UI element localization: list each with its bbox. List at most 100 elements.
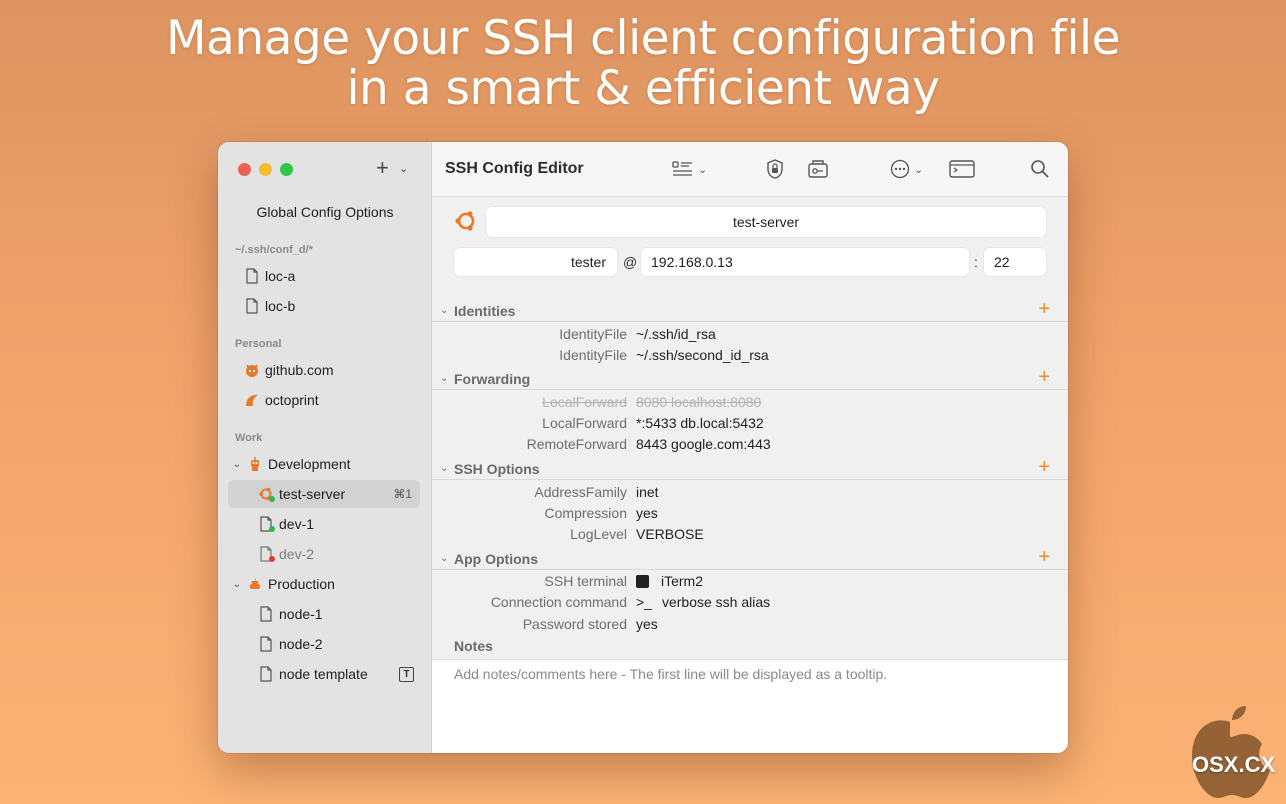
file-icon (257, 545, 275, 563)
keyboard-shortcut: ⌘1 (393, 487, 412, 501)
group-title: SSH Options (454, 461, 540, 477)
close-button[interactable] (238, 163, 251, 176)
option-value[interactable]: 8443 google.com:443 (636, 436, 771, 452)
sidebar-item-dev-2[interactable]: dev-2 (228, 540, 420, 568)
toolbar: SSH Config Editor ⌄ ⌄ (432, 142, 1068, 197)
group-title: Forwarding (454, 371, 531, 387)
sidebar-item-label: Development (268, 456, 351, 472)
zoom-button[interactable] (280, 163, 293, 176)
option-row[interactable]: RemoteForward 8443 google.com:443 (432, 434, 1068, 455)
headline-line-1: Manage your SSH client configuration fil… (165, 11, 1121, 66)
file-icon (243, 267, 261, 285)
sidebar-item-dev-1[interactable]: dev-1 (228, 510, 420, 538)
sidebar-item-node-1[interactable]: node-1 (228, 600, 420, 628)
port-field[interactable]: 22 (984, 248, 1046, 276)
sidebar-item-label: github.com (265, 362, 334, 378)
sidebar-item-label: Production (268, 576, 335, 592)
lock-shield-icon[interactable] (766, 158, 784, 180)
chevron-down-icon[interactable]: ⌄ (440, 373, 448, 384)
sidebar-item-node-template[interactable]: node template T (228, 660, 420, 688)
chevron-down-icon[interactable]: ⌄ (440, 553, 448, 564)
option-key: Compression (544, 505, 627, 521)
add-option-button[interactable]: + (1038, 366, 1050, 388)
sidebar-item-loc-a[interactable]: loc-a (228, 262, 420, 290)
option-value[interactable]: ~/.ssh/id_rsa (636, 326, 716, 342)
sidebar-group-development[interactable]: ⌄ Development (228, 450, 420, 478)
option-row[interactable]: Connection command >_ verbose ssh alias (432, 592, 1068, 613)
option-key: IdentityFile (559, 347, 627, 363)
sidebar-item-label: dev-1 (279, 516, 315, 532)
list-view-icon[interactable]: ⌄ (672, 158, 707, 180)
add-option-button[interactable]: + (1038, 546, 1050, 568)
ubuntu-icon[interactable] (454, 209, 478, 233)
option-key: IdentityFile (559, 326, 627, 342)
window-controls (238, 163, 293, 176)
poop-icon (246, 575, 264, 593)
option-value[interactable]: VERBOSE (636, 526, 704, 542)
minimize-button[interactable] (259, 163, 272, 176)
sidebar-item-label: node-1 (279, 606, 323, 622)
sidebar-item-label: loc-b (265, 298, 296, 314)
plus-icon[interactable]: + (376, 157, 389, 179)
search-icon[interactable] (1030, 158, 1050, 180)
notes-title: Notes (454, 638, 493, 654)
sidebar-item-octoprint[interactable]: octoprint (228, 386, 420, 414)
group-title: App Options (454, 551, 538, 567)
sidebar-group-production[interactable]: ⌄ Production (228, 570, 420, 598)
user-field[interactable]: tester (454, 248, 617, 276)
notes-placeholder: Add notes/comments here - The first line… (454, 666, 888, 682)
chevron-down-icon[interactable]: ⌄ (440, 463, 448, 474)
sidebar-item-loc-b[interactable]: loc-b (228, 292, 420, 320)
option-key: LogLevel (570, 526, 627, 542)
option-value[interactable]: 8080 localhost:8080 (636, 394, 761, 410)
terminal-icon[interactable] (949, 158, 975, 180)
section-header-work: Work (235, 432, 263, 444)
status-online-dot (269, 496, 275, 502)
global-config-options[interactable]: Global Config Options (218, 204, 432, 220)
group-title: Identities (454, 303, 516, 319)
option-row[interactable]: AddressFamily inet (432, 482, 1068, 503)
more-options-icon[interactable]: ⌄ (890, 158, 923, 180)
chevron-down-icon[interactable]: ⌄ (230, 459, 244, 470)
chevron-down-icon[interactable]: ⌄ (230, 579, 244, 590)
option-key: RemoteForward (526, 436, 627, 452)
group-app-options[interactable]: ⌄ App Options + (432, 546, 1068, 570)
option-value-wrap[interactable]: iTerm2 (636, 573, 703, 589)
group-identities[interactable]: ⌄ Identities + (432, 298, 1068, 322)
option-row[interactable]: Compression yes (432, 503, 1068, 524)
option-row[interactable]: IdentityFile ~/.ssh/second_id_rsa (432, 345, 1068, 366)
sidebar-item-test-server[interactable]: test-server ⌘1 (228, 480, 420, 508)
chevron-down-icon[interactable]: ⌄ (399, 162, 408, 175)
option-value[interactable]: yes (636, 505, 658, 521)
chevron-down-icon[interactable]: ⌄ (440, 305, 448, 316)
option-row[interactable]: SSH terminal iTerm2 (432, 571, 1068, 592)
option-row[interactable]: Password stored yes (432, 614, 1068, 635)
add-option-button[interactable]: + (1038, 456, 1050, 478)
group-forwarding[interactable]: ⌄ Forwarding + (432, 366, 1068, 390)
key-card-icon[interactable] (807, 158, 829, 180)
option-key: LocalForward (542, 394, 627, 410)
sidebar-item-label: node template (279, 666, 368, 682)
host-name-field[interactable]: test-server (486, 207, 1046, 237)
chevron-down-icon: ⌄ (914, 163, 924, 176)
option-value: verbose ssh alias (661, 594, 771, 610)
template-badge: T (399, 666, 414, 682)
notes-textarea[interactable]: Add notes/comments here - The first line… (432, 659, 1068, 753)
option-row[interactable]: IdentityFile ~/.ssh/id_rsa (432, 324, 1068, 345)
sidebar-item-github[interactable]: github.com (228, 356, 420, 384)
option-value[interactable]: ~/.ssh/second_id_rsa (636, 347, 769, 363)
github-octocat-icon (243, 361, 261, 379)
add-option-button[interactable]: + (1038, 298, 1050, 320)
option-value-wrap[interactable]: >_ verbose ssh alias (636, 594, 770, 610)
option-row-disabled[interactable]: LocalForward 8080 localhost:8080 (432, 392, 1068, 413)
sidebar-item-node-2[interactable]: node-2 (228, 630, 420, 658)
option-value[interactable]: *:5433 db.local:5432 (636, 415, 764, 431)
file-icon (257, 515, 275, 533)
at-separator: @ (623, 254, 638, 270)
option-value[interactable]: inet (636, 484, 659, 500)
option-row[interactable]: LocalForward *:5433 db.local:5432 (432, 413, 1068, 434)
group-ssh-options[interactable]: ⌄ SSH Options + (432, 456, 1068, 480)
option-row[interactable]: LogLevel VERBOSE (432, 524, 1068, 545)
hostname-field[interactable]: 192.168.0.13 (641, 248, 969, 276)
option-value[interactable]: yes (636, 616, 658, 632)
